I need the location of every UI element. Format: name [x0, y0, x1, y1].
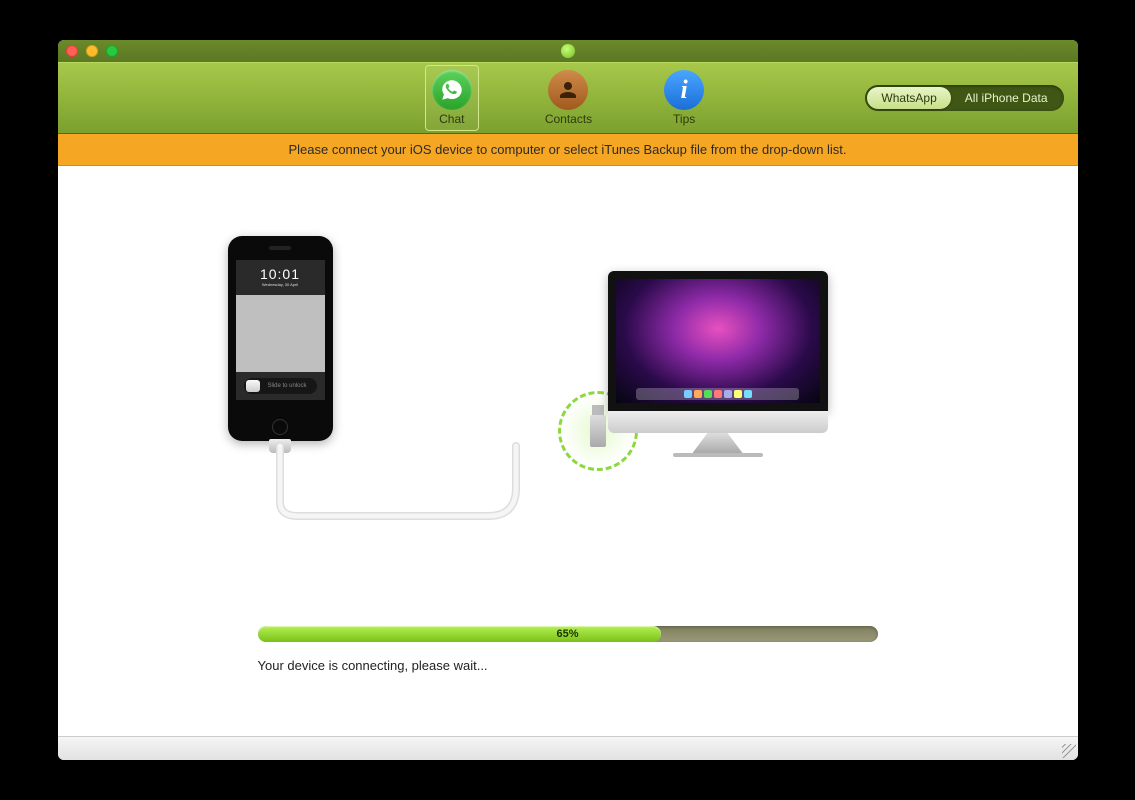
app-window: Chat Contacts i Tips WhatsApp All iPhone…: [58, 40, 1078, 760]
phone-date: Wednesday, 30 April: [236, 282, 325, 287]
dock-icon: [636, 388, 799, 400]
info-icon: i: [664, 70, 704, 110]
whatsapp-icon: [432, 70, 472, 110]
zoom-button[interactable]: [106, 45, 118, 57]
iphone-graphic: 10:01 Wednesday, 30 April Slide to unloc…: [228, 236, 333, 441]
imac-stand: [693, 433, 743, 453]
status-bar: [58, 736, 1078, 760]
progress-bar: 65%: [258, 626, 878, 642]
imac-logo: [608, 411, 828, 433]
instruction-banner: Please connect your iOS device to comput…: [58, 134, 1078, 166]
phone-speaker: [269, 246, 291, 250]
slider-knob: [246, 380, 260, 392]
progress-section: 65% Your device is connecting, please wa…: [258, 626, 878, 673]
phone-screen: 10:01 Wednesday, 30 April Slide to unloc…: [236, 260, 325, 400]
main-toolbar: Chat Contacts i Tips WhatsApp All iPhone…: [58, 62, 1078, 134]
progress-percent-label: 65%: [258, 626, 878, 642]
imac-graphic: [608, 271, 828, 456]
usb-plug-icon: [590, 415, 606, 447]
status-message: Your device is connecting, please wait..…: [258, 658, 878, 673]
imac-screen: [608, 271, 828, 411]
tab-chat[interactable]: Chat: [425, 65, 479, 131]
imac-wallpaper: [616, 279, 820, 403]
data-mode-switch[interactable]: WhatsApp All iPhone Data: [865, 85, 1063, 111]
home-button-icon: [272, 419, 288, 435]
contacts-icon: [548, 70, 588, 110]
tab-tips[interactable]: i Tips: [658, 66, 710, 130]
slide-to-unlock: Slide to unlock: [244, 378, 317, 394]
mode-all-iphone-data[interactable]: All iPhone Data: [951, 87, 1062, 109]
minimize-button[interactable]: [86, 45, 98, 57]
connection-illustration: 10:01 Wednesday, 30 April Slide to unloc…: [188, 236, 948, 556]
window-controls: [66, 45, 118, 57]
usb-cable: [268, 436, 598, 526]
phone-time: 10:01: [236, 266, 325, 282]
titlebar: [58, 40, 1078, 62]
tab-tips-label: Tips: [673, 112, 695, 126]
tab-contacts[interactable]: Contacts: [539, 66, 598, 130]
slide-label: Slide to unlock: [260, 383, 315, 389]
main-content: 10:01 Wednesday, 30 April Slide to unloc…: [58, 166, 1078, 736]
tab-chat-label: Chat: [439, 112, 464, 126]
close-button[interactable]: [66, 45, 78, 57]
mode-whatsapp[interactable]: WhatsApp: [867, 87, 950, 109]
instruction-text: Please connect your iOS device to comput…: [288, 142, 846, 157]
resize-handle[interactable]: [1062, 744, 1076, 758]
tab-contacts-label: Contacts: [545, 112, 592, 126]
app-title-icon: [561, 44, 575, 58]
imac-foot: [673, 453, 763, 457]
